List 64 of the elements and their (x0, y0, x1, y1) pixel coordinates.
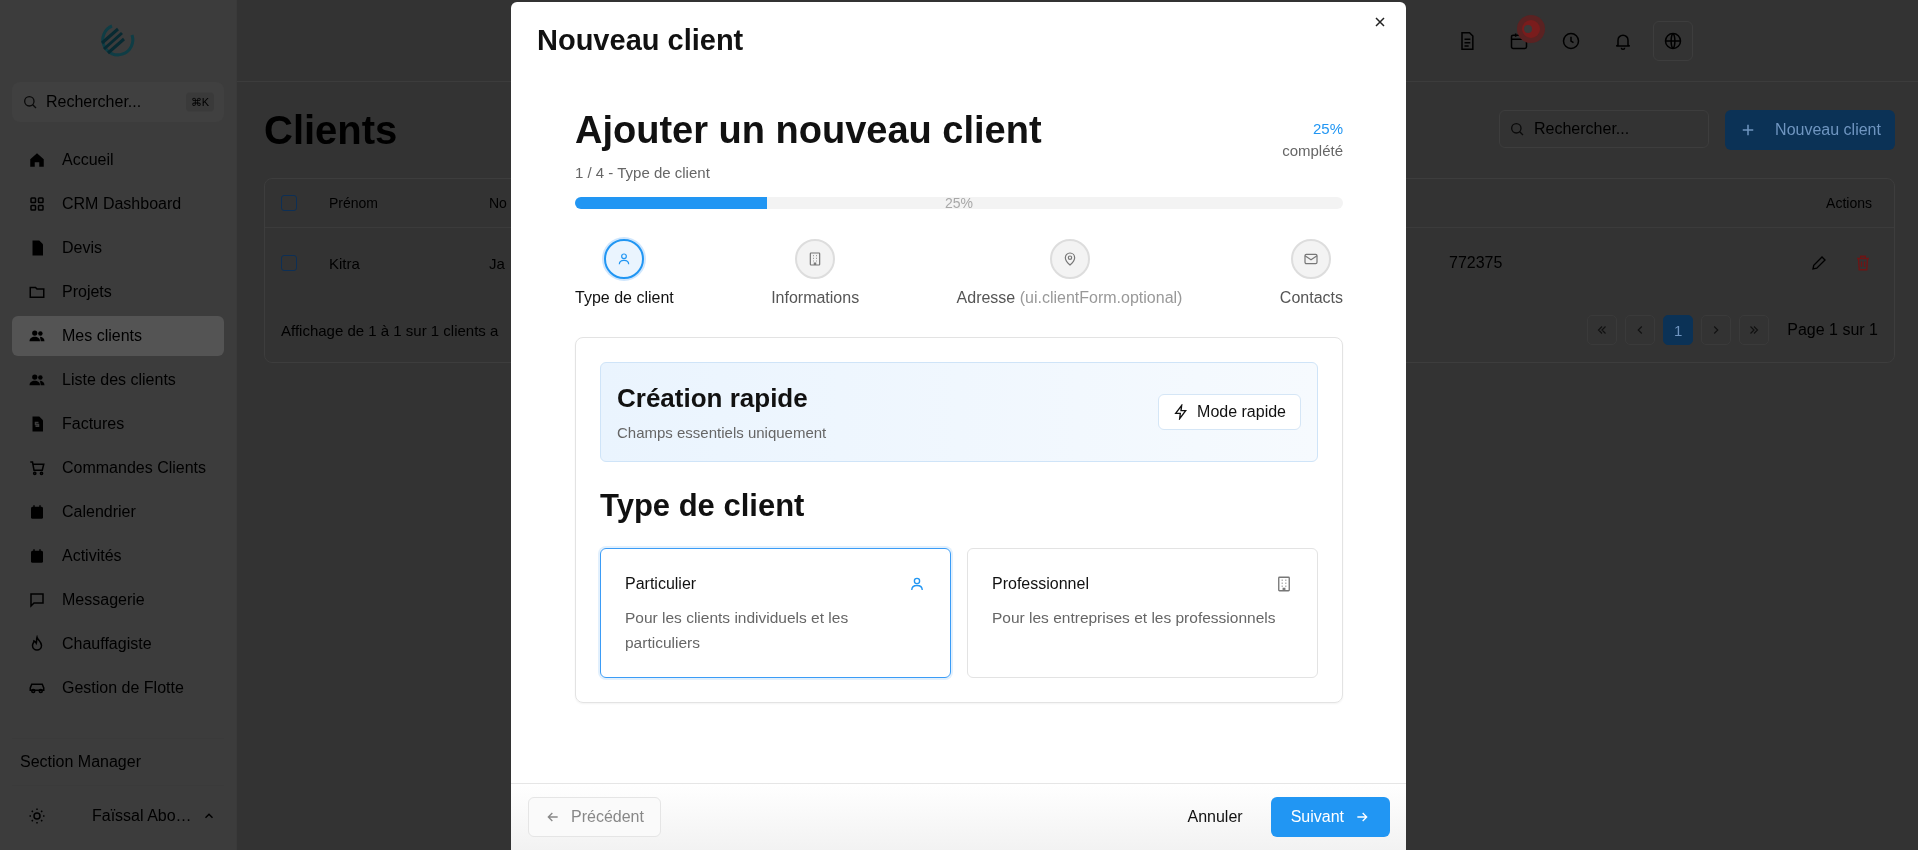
progress-label: 25% (945, 195, 973, 211)
language-button[interactable] (1653, 20, 1693, 61)
section-label: Section Manager (12, 738, 224, 786)
nav-item[interactable]: Calendrier (12, 492, 224, 532)
nav-item[interactable]: Commandes Clients (12, 448, 224, 488)
step-label: Type de client (575, 289, 674, 307)
building-icon (1275, 575, 1293, 593)
nav-item[interactable]: Messagerie (12, 580, 224, 620)
quick-mode-button[interactable]: Mode rapide (1158, 394, 1301, 430)
banner-subtitle: Champs essentiels uniquement (617, 424, 827, 441)
user-menu-button[interactable]: Faïssal Abo… (86, 806, 222, 826)
home-icon (28, 151, 46, 169)
nav-item[interactable]: Gestion de Flotte (12, 668, 224, 708)
nav-item[interactable]: Chauffagiste (12, 624, 224, 664)
last-page-button[interactable] (1739, 315, 1770, 345)
envelope-icon (1303, 251, 1320, 267)
new-client-button[interactable]: Nouveau client (1725, 110, 1895, 150)
option-card[interactable]: Professionnel Pour les entreprises et les professionnels (967, 548, 1318, 678)
step-label: Informations (771, 289, 860, 307)
step-label: Adresse (ui.clientForm.optional) (956, 289, 1183, 307)
grid-icon (28, 195, 46, 213)
cart-icon (28, 459, 46, 477)
cancel-button[interactable]: Annuler (1181, 807, 1249, 827)
page-button[interactable]: 1 (1663, 315, 1694, 345)
chat-icon (28, 591, 46, 609)
form-heading: Ajouter un nouveau client (575, 108, 1042, 152)
next-page-button[interactable] (1701, 315, 1732, 345)
checkbox[interactable] (281, 255, 297, 271)
trash-icon[interactable] (1854, 254, 1872, 272)
option-title: Professionnel (992, 575, 1089, 593)
record-indicator-icon (1516, 13, 1546, 44)
option-title: Particulier (625, 575, 697, 593)
modal-title: Nouveau client (537, 24, 745, 57)
nav-item[interactable]: Projets (12, 272, 224, 312)
calendar-icon (28, 503, 46, 521)
section-title: Type de client (600, 488, 806, 524)
lightning-icon (1173, 404, 1190, 420)
previous-page-button[interactable] (1625, 315, 1656, 345)
globe-icon (1663, 30, 1683, 51)
nav-item[interactable]: Liste des clients (12, 360, 224, 400)
clock-icon[interactable] (1561, 30, 1581, 51)
person-icon (908, 575, 926, 593)
nav-item[interactable]: Mes clients (12, 316, 224, 356)
checkbox[interactable] (281, 195, 297, 211)
pencil-icon[interactable] (1810, 254, 1828, 272)
option-card[interactable]: Particulier Pour les clients individuels et les particuliers (600, 548, 951, 678)
sun-icon[interactable] (28, 807, 46, 825)
option-description: Pour les entreprises et les professionnels (992, 608, 1277, 628)
step-label: Contacts (1279, 289, 1343, 307)
step-indicator[interactable] (604, 239, 645, 279)
first-page-button[interactable] (1587, 315, 1618, 345)
nav-item[interactable]: CRM Dashboard (12, 184, 224, 224)
nav-item[interactable]: Devis (12, 228, 224, 268)
nav-item[interactable]: Accueil (12, 140, 224, 180)
banner-title: Création rapide (617, 383, 809, 414)
progress-percent: 25% (1312, 120, 1343, 137)
calendar-icon (28, 547, 46, 565)
shortcut-badge: ⌘K (185, 92, 214, 112)
nav-item[interactable]: Factures (12, 404, 224, 444)
progress-caption: complété (1282, 142, 1343, 159)
next-button[interactable]: Suivant (1270, 797, 1390, 837)
option-description: Pour les clients individuels et les particuliers (625, 608, 850, 653)
nav-item[interactable]: Activités (12, 536, 224, 576)
step-info: 1 / 4 - Type de client (575, 164, 711, 181)
